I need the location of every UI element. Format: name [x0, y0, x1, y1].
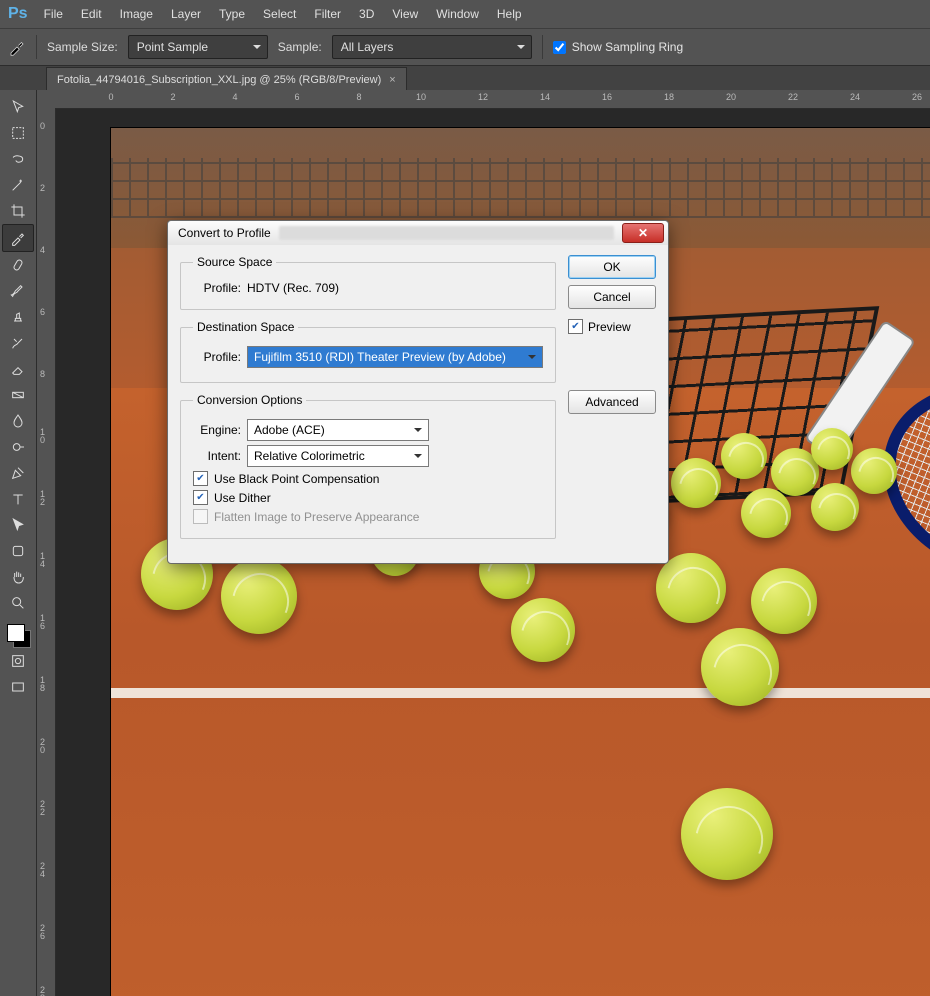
separator [36, 35, 37, 59]
lasso-tool[interactable] [3, 146, 33, 172]
workspace: 0246810121416182022242628 02468101214161… [0, 90, 930, 996]
vertical-ruler: 0246810121416182022242628 [37, 90, 56, 996]
menu-bar: Ps File Edit Image Layer Type Select Fil… [0, 0, 930, 28]
menu-edit[interactable]: Edit [73, 3, 110, 25]
black-point-checkbox[interactable]: Use Black Point Compensation [193, 471, 543, 486]
dialog-title-text: Convert to Profile [178, 226, 271, 240]
pen-tool[interactable] [3, 460, 33, 486]
source-profile-label: Profile: [193, 281, 241, 295]
check-icon [193, 509, 208, 524]
dodge-tool[interactable] [3, 434, 33, 460]
document-tab[interactable]: Fotolia_44794016_Subscription_XXL.jpg @ … [46, 67, 407, 92]
dialog-close-button[interactable]: ✕ [622, 223, 664, 243]
source-space-legend: Source Space [193, 255, 276, 269]
eyedropper-tool[interactable] [2, 224, 34, 252]
zoom-tool[interactable] [3, 590, 33, 616]
destination-profile-label: Profile: [193, 350, 241, 364]
preview-label: Preview [588, 320, 631, 334]
menu-image[interactable]: Image [112, 3, 161, 25]
history-brush-tool[interactable] [3, 330, 33, 356]
convert-to-profile-dialog: Convert to Profile ✕ Source Space Profil… [167, 220, 669, 564]
menu-type[interactable]: Type [211, 3, 253, 25]
sample-dropdown[interactable]: All Layers [332, 35, 532, 59]
flatten-checkbox: Flatten Image to Preserve Appearance [193, 509, 543, 524]
engine-value: Adobe (ACE) [254, 423, 325, 437]
menu-file[interactable]: File [36, 3, 71, 25]
check-icon [568, 319, 583, 334]
dialog-titlebar[interactable]: Convert to Profile ✕ [168, 221, 668, 245]
destination-profile-value: Fujifilm 3510 (RDI) Theater Preview (by … [254, 350, 506, 364]
destination-space-legend: Destination Space [193, 320, 298, 334]
clone-stamp-tool[interactable] [3, 304, 33, 330]
hand-tool[interactable] [3, 564, 33, 590]
healing-tool[interactable] [3, 252, 33, 278]
check-icon [193, 471, 208, 486]
quick-mask-tool[interactable] [3, 648, 33, 674]
horizontal-ruler: 02468101214161820222426 [55, 90, 930, 109]
intent-dropdown[interactable]: Relative Colorimetric [247, 445, 429, 467]
type-tool[interactable] [3, 486, 33, 512]
intent-value: Relative Colorimetric [254, 449, 365, 463]
gradient-tool[interactable] [3, 382, 33, 408]
magic-wand-tool[interactable] [3, 172, 33, 198]
color-swatches[interactable] [5, 622, 31, 648]
ok-button[interactable]: OK [568, 255, 656, 279]
separator [542, 35, 543, 59]
path-select-tool[interactable] [3, 512, 33, 538]
document-tab-title: Fotolia_44794016_Subscription_XXL.jpg @ … [57, 74, 381, 86]
screen-mode-tool[interactable] [3, 674, 33, 700]
sample-size-value: Point Sample [137, 40, 208, 54]
menu-help[interactable]: Help [489, 3, 530, 25]
marquee-tool[interactable] [3, 120, 33, 146]
dither-label: Use Dither [214, 491, 271, 505]
check-icon [193, 490, 208, 505]
move-tool[interactable] [3, 94, 33, 120]
sample-size-label: Sample Size: [47, 40, 118, 54]
canvas-area[interactable]: 0246810121416182022242628 02468101214161… [37, 90, 930, 996]
show-sampling-ring-checkbox[interactable]: Show Sampling Ring [553, 40, 683, 54]
sample-size-dropdown[interactable]: Point Sample [128, 35, 268, 59]
conversion-options-legend: Conversion Options [193, 393, 306, 407]
cancel-button[interactable]: Cancel [568, 285, 656, 309]
menu-layer[interactable]: Layer [163, 3, 209, 25]
intent-label: Intent: [193, 449, 241, 463]
document-tab-strip: Fotolia_44794016_Subscription_XXL.jpg @ … [0, 66, 930, 92]
flatten-label: Flatten Image to Preserve Appearance [214, 510, 419, 524]
menu-select[interactable]: Select [255, 3, 304, 25]
show-sampling-ring-input[interactable] [553, 41, 566, 54]
sample-value: All Layers [341, 40, 394, 54]
blur-tool[interactable] [3, 408, 33, 434]
show-sampling-ring-label: Show Sampling Ring [572, 40, 683, 54]
menu-filter[interactable]: Filter [306, 3, 349, 25]
menu-view[interactable]: View [384, 3, 426, 25]
eraser-tool[interactable] [3, 356, 33, 382]
shape-tool[interactable] [3, 538, 33, 564]
destination-space-group: Destination Space Profile: Fujifilm 3510… [180, 320, 556, 383]
preview-checkbox[interactable]: Preview [568, 319, 656, 334]
black-point-label: Use Black Point Compensation [214, 472, 379, 486]
tool-preset-icon[interactable] [8, 38, 26, 56]
engine-dropdown[interactable]: Adobe (ACE) [247, 419, 429, 441]
source-space-group: Source Space Profile: HDTV (Rec. 709) [180, 255, 556, 310]
engine-label: Engine: [193, 423, 241, 437]
crop-tool[interactable] [3, 198, 33, 224]
tools-panel [0, 90, 37, 996]
conversion-options-group: Conversion Options Engine: Adobe (ACE) I… [180, 393, 556, 539]
advanced-button[interactable]: Advanced [568, 390, 656, 414]
dither-checkbox[interactable]: Use Dither [193, 490, 543, 505]
options-bar: Sample Size: Point Sample Sample: All La… [0, 28, 930, 66]
app-logo: Ps [8, 5, 28, 23]
source-profile-value: HDTV (Rec. 709) [247, 281, 339, 295]
dialog-title-blur [279, 226, 614, 240]
destination-profile-dropdown[interactable]: Fujifilm 3510 (RDI) Theater Preview (by … [247, 346, 543, 368]
menu-3d[interactable]: 3D [351, 3, 382, 25]
menu-window[interactable]: Window [428, 3, 487, 25]
close-tab-icon[interactable]: × [389, 74, 395, 86]
sample-label: Sample: [278, 40, 322, 54]
brush-tool[interactable] [3, 278, 33, 304]
